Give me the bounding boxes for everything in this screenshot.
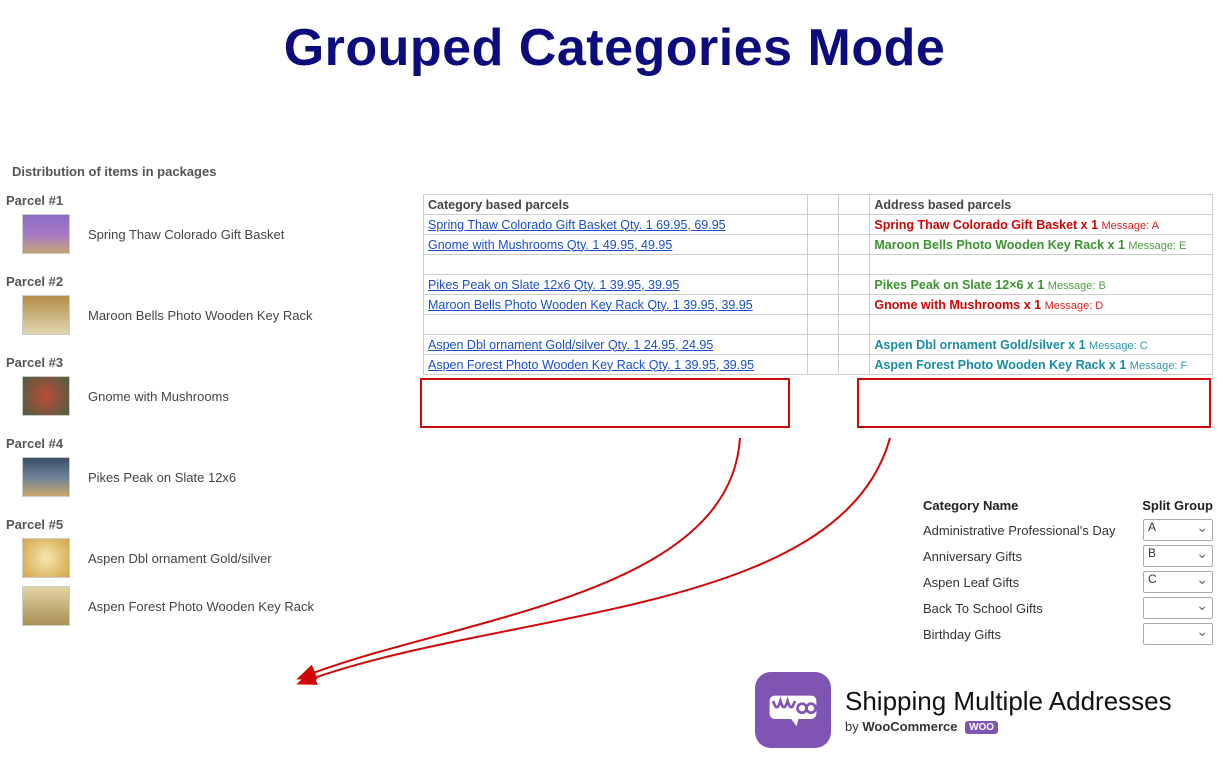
category-parcel-link[interactable]: Spring Thaw Colorado Gift Basket Qty. 1 …	[428, 218, 726, 232]
parcel-block: Parcel #1 Spring Thaw Colorado Gift Baske…	[6, 193, 396, 254]
woo-badge: WOO	[965, 721, 998, 734]
category-parcel-link[interactable]: Gnome with Mushrooms Qty. 1 49.95, 49.95	[428, 238, 672, 252]
category-row: Anniversary Gifts B	[923, 543, 1213, 569]
split-group-select[interactable]: B	[1143, 545, 1213, 567]
address-parcel-message: Message: C	[1089, 340, 1148, 352]
highlight-address-group	[857, 378, 1211, 428]
product-thumbnail	[22, 214, 70, 254]
category-name: Administrative Professional's Day	[923, 523, 1116, 538]
category-row: Administrative Professional's Day A	[923, 517, 1213, 543]
plugin-title: Shipping Multiple Addresses	[845, 686, 1172, 717]
category-parcel-link[interactable]: Aspen Dbl ornament Gold/silver Qty. 1 24…	[428, 338, 713, 352]
parcel-item: Aspen Forest Photo Wooden Key Rack	[22, 586, 396, 626]
parcel-label: Parcel #4	[6, 436, 396, 451]
address-parcel-message: Message: D	[1045, 300, 1104, 312]
parcel-block: Parcel #2 Maroon Bells Photo Wooden Key R…	[6, 274, 396, 335]
product-name: Maroon Bells Photo Wooden Key Rack	[88, 308, 313, 323]
split-group-select[interactable]	[1143, 623, 1213, 645]
product-name: Pikes Peak on Slate 12x6	[88, 470, 236, 485]
parcel-item: Pikes Peak on Slate 12x6	[22, 457, 396, 497]
category-row: Birthday Gifts	[923, 621, 1213, 647]
product-thumbnail	[22, 295, 70, 335]
category-parcels-header: Category based parcels	[424, 195, 808, 215]
parcel-item: Spring Thaw Colorado Gift Basket	[22, 214, 396, 254]
product-thumbnail	[22, 586, 70, 626]
distribution-heading: Distribution of items in packages	[12, 164, 396, 179]
split-group-select[interactable]	[1143, 597, 1213, 619]
product-thumbnail	[22, 376, 70, 416]
address-parcel-message: Message: A	[1102, 220, 1159, 232]
category-split-table: Category Name Split Group Administrative…	[923, 498, 1213, 647]
address-parcel-entry: Maroon Bells Photo Wooden Key Rack x 1 M…	[874, 238, 1186, 252]
category-name: Aspen Leaf Gifts	[923, 575, 1019, 590]
product-name: Aspen Dbl ornament Gold/silver	[88, 551, 272, 566]
parcel-label: Parcel #5	[6, 517, 396, 532]
cat-table-group-header: Split Group	[1142, 498, 1213, 513]
page-title: Grouped Categories Mode	[0, 18, 1229, 78]
product-name: Gnome with Mushrooms	[88, 389, 229, 404]
parcel-item: Maroon Bells Photo Wooden Key Rack	[22, 295, 396, 335]
woocommerce-icon	[755, 672, 831, 748]
highlight-category-group	[420, 378, 790, 428]
parcel-block: Parcel #3 Gnome with Mushrooms	[6, 355, 396, 416]
split-group-select[interactable]: A	[1143, 519, 1213, 541]
parcel-label: Parcel #3	[6, 355, 396, 370]
parcel-block: Parcel #4 Pikes Peak on Slate 12x6	[6, 436, 396, 497]
product-thumbnail	[22, 538, 70, 578]
category-name: Back To School Gifts	[923, 601, 1043, 616]
category-parcel-link[interactable]: Maroon Bells Photo Wooden Key Rack Qty. …	[428, 298, 753, 312]
address-parcel-entry: Aspen Forest Photo Wooden Key Rack x 1 M…	[874, 358, 1187, 372]
category-parcel-link[interactable]: Pikes Peak on Slate 12x6 Qty. 1 39.95, 3…	[428, 278, 679, 292]
product-thumbnail	[22, 457, 70, 497]
product-name: Spring Thaw Colorado Gift Basket	[88, 227, 284, 242]
address-parcel-entry: Spring Thaw Colorado Gift Basket x 1 Mes…	[874, 218, 1159, 232]
parcel-label: Parcel #1	[6, 193, 396, 208]
parcel-item: Aspen Dbl ornament Gold/silver	[22, 538, 396, 578]
category-row: Aspen Leaf Gifts C	[923, 569, 1213, 595]
category-parcel-link[interactable]: Aspen Forest Photo Wooden Key Rack Qty. …	[428, 358, 754, 372]
category-row: Back To School Gifts	[923, 595, 1213, 621]
split-group-select[interactable]: C	[1143, 571, 1213, 593]
plugin-byline: by WooCommerce WOO	[845, 719, 1172, 734]
left-column: Distribution of items in packages Parcel…	[6, 158, 396, 646]
product-name: Aspen Forest Photo Wooden Key Rack	[88, 599, 314, 614]
address-parcel-entry: Pikes Peak on Slate 12×6 x 1 Message: B	[874, 278, 1105, 292]
parcel-block: Parcel #5 Aspen Dbl ornament Gold/silver A…	[6, 517, 396, 626]
address-parcel-message: Message: F	[1130, 360, 1187, 372]
cat-table-name-header: Category Name	[923, 498, 1018, 513]
address-parcel-entry: Aspen Dbl ornament Gold/silver x 1 Messa…	[874, 338, 1147, 352]
parcel-label: Parcel #2	[6, 274, 396, 289]
address-parcel-entry: Gnome with Mushrooms x 1 Message: D	[874, 298, 1103, 312]
category-name: Anniversary Gifts	[923, 549, 1022, 564]
address-parcels-header: Address based parcels	[870, 195, 1213, 215]
category-name: Birthday Gifts	[923, 627, 1001, 642]
address-parcel-message: Message: B	[1048, 280, 1106, 292]
parcel-item: Gnome with Mushrooms	[22, 376, 396, 416]
address-parcel-message: Message: E	[1128, 240, 1186, 252]
